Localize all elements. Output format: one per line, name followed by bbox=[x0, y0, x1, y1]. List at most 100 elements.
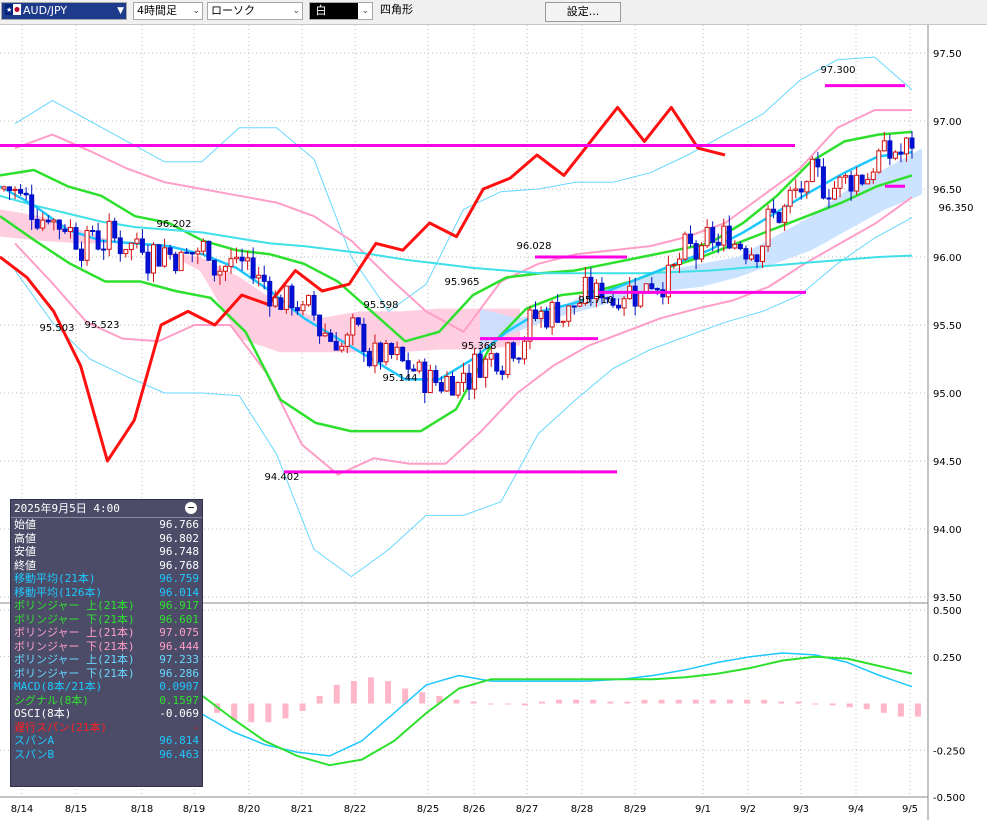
time-tick-label: 8/14 bbox=[11, 804, 33, 815]
candle-body bbox=[389, 343, 395, 356]
info-row-label: スパンA bbox=[14, 734, 55, 747]
time-tick-label: 9/4 bbox=[848, 804, 864, 815]
info-row-label: ボリンジャー 下(21本) bbox=[14, 666, 135, 680]
info-row-label: 安値 bbox=[14, 545, 36, 558]
candle-body bbox=[405, 360, 411, 370]
info-row-value: 0.0907 bbox=[159, 680, 199, 693]
candle-body bbox=[328, 332, 334, 342]
candle-body bbox=[704, 226, 710, 247]
osci-bar bbox=[624, 701, 631, 704]
candle-body bbox=[715, 241, 721, 246]
candle-body bbox=[67, 227, 73, 232]
candle-body bbox=[776, 211, 782, 223]
candle-body bbox=[743, 248, 749, 260]
candle-body bbox=[267, 280, 273, 307]
candle-body bbox=[693, 243, 699, 260]
info-row-label: ボリンジャー 上(21本) bbox=[14, 626, 135, 639]
candle-body bbox=[12, 188, 18, 192]
chevron-down-icon: ⌄ bbox=[292, 6, 300, 16]
currency-pair-select[interactable]: ★ AUD/JPY ▼ bbox=[1, 2, 127, 20]
candle-body bbox=[101, 248, 107, 251]
info-datetime: 2025年9月5日 4:00 bbox=[11, 500, 202, 518]
info-row-value: 96.286 bbox=[159, 666, 199, 680]
info-row-value: 96.766 bbox=[159, 518, 199, 531]
minimize-icon[interactable]: − bbox=[185, 502, 197, 514]
info-row: OSCI(8本) -0.069 bbox=[11, 707, 202, 721]
info-row: スパンB 96.463 bbox=[11, 748, 202, 762]
chart-type-select[interactable]: ローソク ⌄ bbox=[207, 2, 303, 20]
osci-bar bbox=[795, 701, 802, 704]
info-row: シグナル(8本) 0.1597 bbox=[11, 694, 202, 708]
candle-body bbox=[261, 274, 267, 282]
price-tick-label: 96.00 bbox=[933, 253, 962, 264]
price-annotation: 94.402 bbox=[265, 472, 300, 483]
osci-bar bbox=[504, 703, 511, 705]
info-row-value: 96.463 bbox=[159, 747, 199, 761]
info-row-value: 96.814 bbox=[159, 734, 199, 747]
candle-body bbox=[676, 258, 682, 266]
candle-body bbox=[289, 285, 295, 309]
info-row: ボリンジャー 上(21本) 97.233 bbox=[11, 653, 202, 667]
info-row: 移動平均(21本) 96.759 bbox=[11, 572, 202, 586]
candle-body bbox=[571, 305, 577, 308]
osci-bar bbox=[607, 701, 614, 704]
candle-body bbox=[272, 297, 278, 307]
time-tick-label: 9/3 bbox=[793, 804, 809, 815]
price-tick-label: 95.50 bbox=[933, 321, 962, 332]
info-row-value: 96.601 bbox=[159, 612, 199, 626]
candle-body bbox=[721, 225, 727, 246]
candle-body bbox=[173, 253, 179, 272]
flag-icons: ★ bbox=[5, 4, 21, 15]
candle-body bbox=[848, 175, 854, 192]
osci-bar bbox=[812, 703, 819, 705]
svg-text:★: ★ bbox=[6, 6, 12, 14]
candle-body bbox=[128, 242, 134, 251]
candle-body bbox=[317, 314, 323, 337]
info-row-label: ボリンジャー 下(21本) bbox=[14, 639, 135, 653]
osci-bar bbox=[778, 701, 785, 704]
candle-body bbox=[245, 257, 251, 262]
price-annotation: 95.598 bbox=[364, 300, 399, 311]
candle-body bbox=[555, 301, 561, 323]
info-row-value: 96.768 bbox=[159, 558, 199, 572]
candle-body bbox=[483, 358, 489, 378]
candle-body bbox=[771, 208, 777, 213]
timeframe-select[interactable]: 4時間足 ⌄ bbox=[133, 2, 203, 20]
osci-bar bbox=[897, 703, 904, 717]
indicator-tick-label: -0.500 bbox=[933, 793, 965, 804]
candle-body bbox=[820, 166, 826, 199]
info-row-label: 終値 bbox=[14, 558, 36, 572]
candle-body bbox=[616, 304, 622, 309]
info-row-label: 始値 bbox=[14, 518, 36, 531]
candle-body bbox=[787, 189, 793, 207]
osci-bar bbox=[453, 699, 460, 704]
ichimoku-cloud bbox=[0, 148, 922, 353]
candle-body bbox=[29, 194, 35, 220]
osci-bar bbox=[265, 703, 272, 723]
time-tick-label: 8/21 bbox=[291, 804, 313, 815]
candle-body bbox=[123, 249, 129, 255]
osci-bar bbox=[538, 701, 545, 704]
candle-body bbox=[516, 357, 522, 360]
settings-button[interactable]: 設定... bbox=[545, 2, 621, 22]
osci-bar bbox=[333, 684, 340, 704]
osci-bar bbox=[521, 703, 528, 706]
candle-body bbox=[494, 353, 500, 372]
candle-body bbox=[804, 181, 810, 193]
candle-body bbox=[837, 176, 843, 189]
candle-body bbox=[654, 287, 660, 291]
shape-label[interactable]: 四角形 bbox=[377, 2, 537, 20]
price-tick-label: 94.00 bbox=[933, 525, 962, 536]
candle-body bbox=[366, 350, 372, 367]
candle-body bbox=[106, 220, 112, 250]
price-annotation: 95.965 bbox=[445, 277, 480, 288]
candle-body bbox=[433, 370, 439, 384]
osci-bar bbox=[282, 703, 289, 719]
color-select[interactable]: 白 ⌄ bbox=[309, 2, 373, 20]
candle-body bbox=[898, 151, 904, 155]
candle-body bbox=[865, 179, 871, 185]
time-axis: 8/14 8/15 8/18 8/19 8/20 8/21 8/22 8/25 8/26 8/27… bbox=[11, 804, 918, 815]
candle-body bbox=[300, 304, 306, 312]
candle-body bbox=[505, 342, 511, 375]
candle-body bbox=[167, 247, 173, 255]
